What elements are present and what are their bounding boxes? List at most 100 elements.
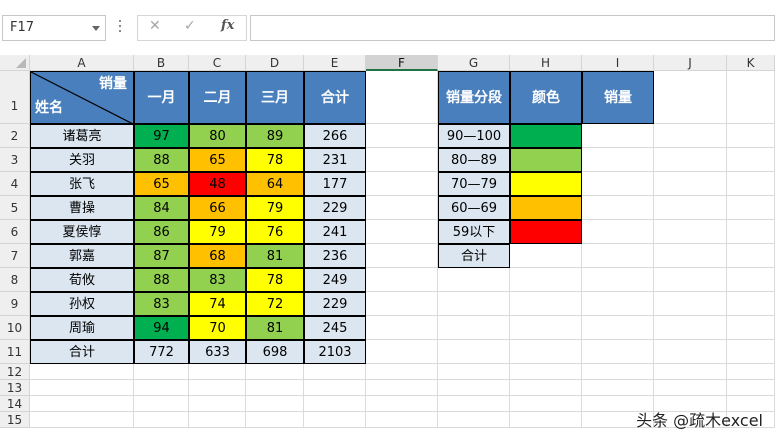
legend-range-cell[interactable]: 59以下	[438, 220, 510, 244]
row-header-7[interactable]: 7	[0, 244, 30, 268]
select-all-corner[interactable]	[0, 55, 30, 71]
column-header-a[interactable]: A	[30, 55, 134, 71]
grid-cell[interactable]	[727, 148, 775, 172]
grid-cell[interactable]	[654, 340, 727, 364]
name-cell[interactable]: 关羽	[30, 148, 134, 172]
column-header-g[interactable]: G	[438, 55, 510, 71]
grid-cell[interactable]	[189, 380, 246, 396]
total-cell[interactable]: 249	[304, 268, 366, 292]
sales-cell-jan[interactable]: 88	[134, 268, 189, 292]
grid-cell[interactable]	[727, 380, 775, 396]
total-cell-mar[interactable]: 698	[246, 340, 304, 364]
grid-cell[interactable]	[727, 244, 775, 268]
row-header-6[interactable]: 6	[0, 220, 30, 244]
grid-cell[interactable]	[654, 172, 727, 196]
grid-cell[interactable]	[582, 292, 654, 316]
grid-cell[interactable]	[30, 396, 134, 412]
grid-cell[interactable]	[582, 340, 654, 364]
grid-cell[interactable]	[246, 396, 304, 412]
row-header-11[interactable]: 11	[0, 340, 30, 364]
grid-cell[interactable]	[366, 268, 438, 292]
total-cell-jan[interactable]: 772	[134, 340, 189, 364]
column-header-f[interactable]: F	[366, 55, 438, 71]
grid-cell[interactable]	[366, 244, 438, 268]
grid-cell[interactable]	[366, 124, 438, 148]
grid-cell[interactable]	[582, 196, 654, 220]
sales-cell-mar[interactable]: 81	[246, 244, 304, 268]
grid-cell[interactable]	[134, 380, 189, 396]
grid-cell[interactable]	[30, 412, 134, 428]
column-header-e[interactable]: E	[304, 55, 366, 71]
cancel-icon[interactable]: ✕	[149, 18, 161, 34]
sales-cell-feb[interactable]: 70	[189, 316, 246, 340]
grid-cell[interactable]	[510, 380, 582, 396]
grid-cell[interactable]	[304, 412, 366, 428]
grid-cell[interactable]	[582, 268, 654, 292]
sales-cell-jan[interactable]: 88	[134, 148, 189, 172]
grid-cell[interactable]	[30, 364, 134, 380]
sales-cell-mar[interactable]: 81	[246, 316, 304, 340]
sales-cell-mar[interactable]: 89	[246, 124, 304, 148]
name-cell[interactable]: 荀攸	[30, 268, 134, 292]
grid-cell[interactable]	[582, 172, 654, 196]
legend-range-cell[interactable]: 70—79	[438, 172, 510, 196]
grid-cell[interactable]	[189, 364, 246, 380]
sales-cell-jan[interactable]: 65	[134, 172, 189, 196]
sales-cell-feb[interactable]: 74	[189, 292, 246, 316]
grid-cell[interactable]	[654, 196, 727, 220]
row-header-4[interactable]: 4	[0, 172, 30, 196]
column-header-b[interactable]: B	[134, 55, 189, 71]
grid-cell[interactable]	[654, 220, 727, 244]
legend-color-swatch[interactable]	[510, 124, 582, 148]
grid-cell[interactable]	[510, 340, 582, 364]
grid-cell[interactable]	[246, 412, 304, 428]
legend-range-cell[interactable]: 60—69	[438, 196, 510, 220]
name-cell[interactable]: 周瑜	[30, 316, 134, 340]
total-cell[interactable]: 177	[304, 172, 366, 196]
grid-cell[interactable]	[30, 380, 134, 396]
sales-cell-mar[interactable]: 76	[246, 220, 304, 244]
grid-cell[interactable]	[727, 364, 775, 380]
grid-cell[interactable]	[727, 172, 775, 196]
total-cell[interactable]: 229	[304, 292, 366, 316]
grid-cell[interactable]	[246, 380, 304, 396]
row-header-12[interactable]: 12	[0, 364, 30, 380]
legend-header-cell[interactable]: 颜色	[510, 71, 582, 124]
grid-cell[interactable]	[654, 71, 727, 124]
grid-cell[interactable]	[510, 244, 582, 268]
header-cell-diagonal[interactable]: 销量 姓名	[30, 71, 134, 124]
row-header-8[interactable]: 8	[0, 268, 30, 292]
grid-cell[interactable]	[654, 380, 727, 396]
name-cell[interactable]: 郭嘉	[30, 244, 134, 268]
sales-cell-feb[interactable]: 83	[189, 268, 246, 292]
total-cell-feb[interactable]: 633	[189, 340, 246, 364]
grid-cell[interactable]	[510, 364, 582, 380]
grid-cell[interactable]	[510, 396, 582, 412]
sales-cell-jan[interactable]: 94	[134, 316, 189, 340]
grid-cell[interactable]	[304, 364, 366, 380]
row-header-2[interactable]: 2	[0, 124, 30, 148]
grid-cell[interactable]	[582, 124, 654, 148]
row-header-3[interactable]: 3	[0, 148, 30, 172]
legend-range-cell[interactable]: 90—100	[438, 124, 510, 148]
more-options-icon[interactable]	[119, 20, 121, 34]
total-cell[interactable]: 236	[304, 244, 366, 268]
sales-cell-jan[interactable]: 86	[134, 220, 189, 244]
grid-cell[interactable]	[727, 292, 775, 316]
grid-cell[interactable]	[438, 396, 510, 412]
sales-cell-jan[interactable]: 83	[134, 292, 189, 316]
grid-cell[interactable]	[366, 220, 438, 244]
column-header-d[interactable]: D	[246, 55, 304, 71]
sales-cell-feb[interactable]: 66	[189, 196, 246, 220]
grid-cell[interactable]	[366, 292, 438, 316]
grid-cell[interactable]	[366, 380, 438, 396]
column-header-i[interactable]: I	[582, 55, 654, 71]
legend-color-swatch[interactable]	[510, 196, 582, 220]
legend-header-cell[interactable]: 销量	[582, 71, 654, 124]
row-header-15[interactable]: 15	[0, 412, 30, 428]
name-cell[interactable]: 孙权	[30, 292, 134, 316]
sales-cell-feb[interactable]: 48	[189, 172, 246, 196]
grid-cell[interactable]	[134, 396, 189, 412]
total-cell[interactable]: 231	[304, 148, 366, 172]
grid-cell[interactable]	[366, 71, 438, 124]
